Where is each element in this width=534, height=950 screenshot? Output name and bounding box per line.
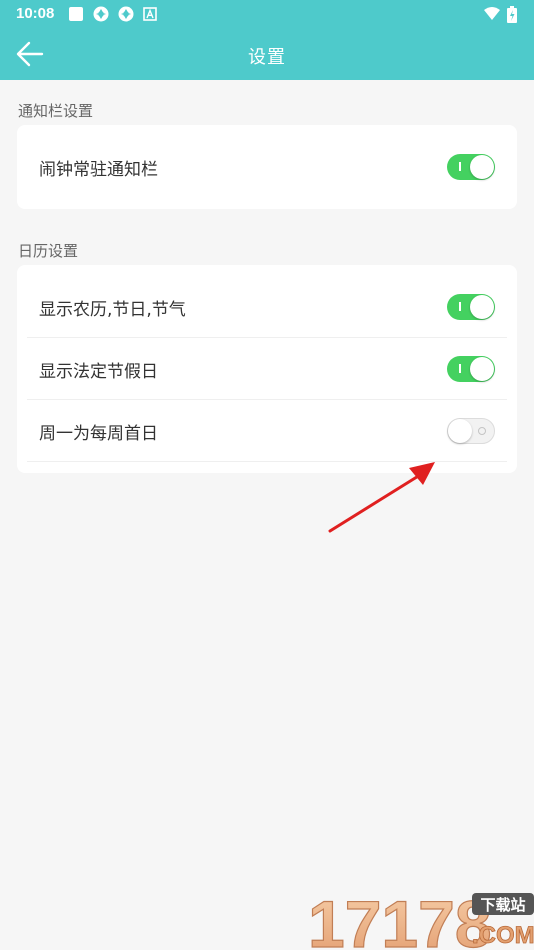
pinwheel-icon [93, 6, 109, 22]
toggle-off-mark [478, 427, 486, 435]
section-label-calendar: 日历设置 [18, 242, 79, 260]
alarm-notification-toggle[interactable] [447, 154, 495, 180]
toggle-on-mark [459, 302, 461, 311]
lunar-festivals-toggle[interactable] [447, 294, 495, 320]
setting-label: 闹钟常驻通知栏 [39, 160, 158, 180]
toggle-on-mark [459, 364, 461, 373]
status-time: 10:08 [16, 5, 55, 22]
toggle-on-mark [459, 162, 461, 171]
status-bar: 10:08 [0, 0, 534, 28]
app-a-icon [143, 6, 159, 22]
watermark-tag: 下载站 [480, 896, 525, 914]
toggle-knob [470, 155, 494, 179]
legal-holidays-toggle[interactable] [447, 356, 495, 382]
notification-settings-card: 闹钟常驻通知栏 [17, 125, 517, 209]
setting-label: 显示法定节假日 [39, 362, 158, 382]
pinwheel-icon [118, 6, 134, 22]
setting-label: 周一为每周首日 [39, 424, 158, 444]
square-icon [68, 6, 84, 22]
section-label-notification: 通知栏设置 [18, 102, 94, 120]
battery-charging-icon [507, 6, 523, 23]
toggle-knob [448, 419, 472, 443]
setting-label: 显示农历,节日,节气 [39, 300, 186, 320]
calendar-settings-card: 显示农历,节日,节气 显示法定节假日 周一为每周首日 [17, 265, 517, 473]
toggle-knob [470, 357, 494, 381]
wifi-icon [483, 6, 500, 22]
setting-row-monday-first[interactable]: 周一为每周首日 [17, 400, 517, 462]
toggle-knob [470, 295, 494, 319]
site-watermark-logo: 17178 下载站 .COM [307, 887, 534, 950]
page-title: 设置 [248, 47, 286, 68]
app-bar: 设置 [0, 28, 534, 80]
watermark-domain: .COM [472, 922, 534, 949]
setting-row-alarm-notification[interactable]: 闹钟常驻通知栏 [17, 136, 517, 198]
setting-row-legal-holidays[interactable]: 显示法定节假日 [17, 338, 517, 400]
annotation-arrow [328, 462, 435, 533]
watermark-number: 17178 [308, 887, 492, 950]
setting-row-lunar-festivals[interactable]: 显示农历,节日,节气 [17, 276, 517, 338]
monday-first-toggle[interactable] [447, 418, 495, 444]
